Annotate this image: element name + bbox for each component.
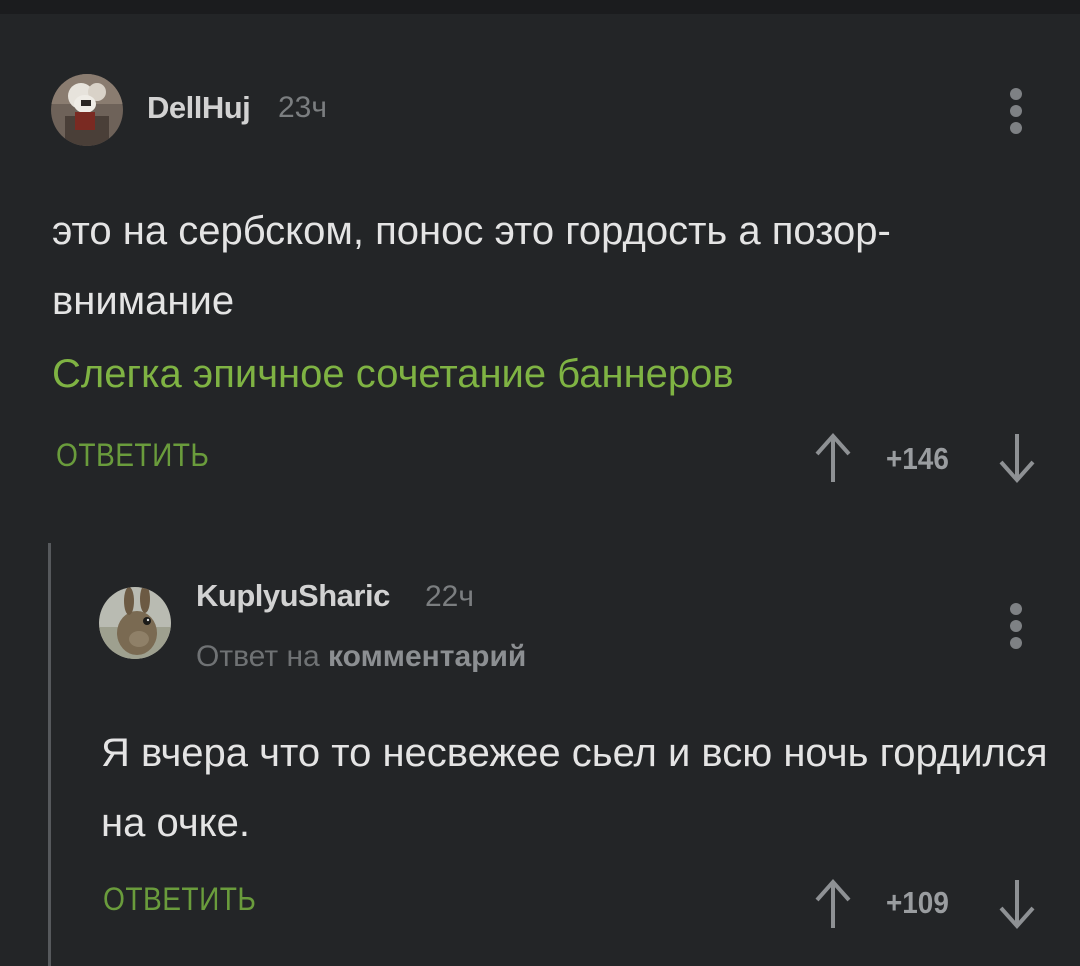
reply-button[interactable]: ОТВЕТИТЬ <box>56 437 209 474</box>
reply-to-prefix: Ответ на <box>196 640 320 673</box>
score: +109 <box>886 885 949 920</box>
comment-text: Я вчера что то несвежее сьел и всю ночь … <box>101 731 1048 845</box>
comment-time: 23ч <box>278 91 327 124</box>
arrow-down-icon[interactable] <box>997 876 1037 932</box>
comment-time: 22ч <box>425 580 474 613</box>
avatar[interactable] <box>51 74 123 146</box>
comment-1: DellHuj 23ч это на сербском, понос это г… <box>0 0 1080 540</box>
arrow-up-icon[interactable] <box>813 876 853 932</box>
reply-to-link[interactable]: комментарий <box>328 640 526 673</box>
avatar[interactable] <box>99 587 171 659</box>
arrow-up-icon[interactable] <box>813 430 853 486</box>
reply-to-line: Ответ на комментарий <box>196 640 526 674</box>
username[interactable]: KuplyuSharic <box>196 578 390 614</box>
reply-button[interactable]: ОТВЕТИТЬ <box>103 881 256 918</box>
more-vertical-icon[interactable] <box>1010 88 1024 139</box>
arrow-down-icon[interactable] <box>997 430 1037 486</box>
username[interactable]: DellHuj <box>147 90 251 126</box>
comment-2: KuplyuSharic 22ч Ответ на комментарий Я … <box>0 540 1080 966</box>
score: +146 <box>886 441 949 476</box>
more-vertical-icon[interactable] <box>1010 603 1024 654</box>
post-link[interactable]: Слегка эпичное сочетание баннеров <box>52 352 734 397</box>
comment-text: это на сербском, понос это гордость а по… <box>52 209 891 323</box>
